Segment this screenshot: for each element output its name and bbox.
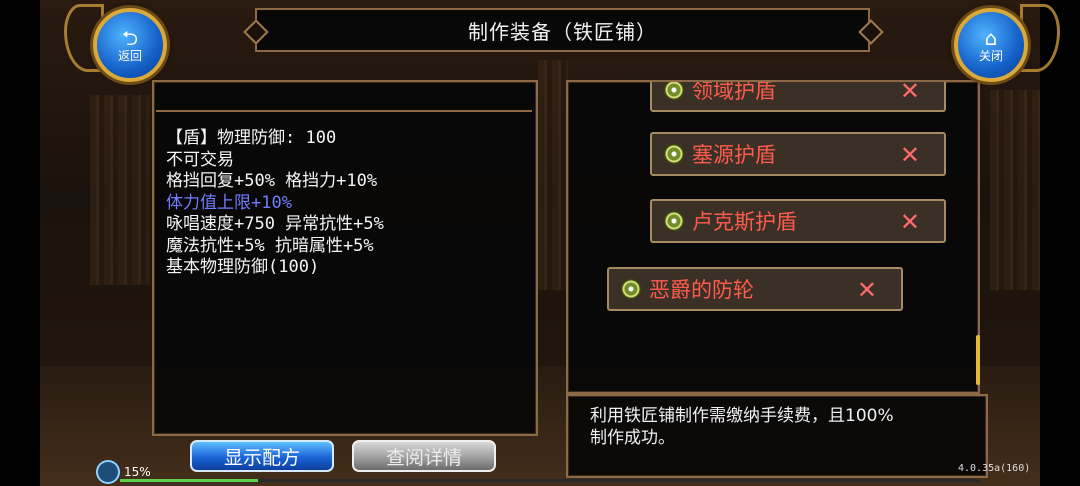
item-stats: 【盾】物理防御: 100 不可交易 格挡回复+50% 格挡力+10% 体力值上限+10… (166, 128, 384, 279)
signal-value: 15% (124, 465, 151, 479)
close-button[interactable]: ⌂ 关闭 (954, 8, 1028, 82)
list-top-border (566, 80, 980, 82)
list-item-label: 卢克斯护盾 (692, 210, 797, 234)
list-item-marquis-wheel[interactable]: 恶爵的防轮 ✕ (607, 267, 903, 311)
stat-line: 魔法抗性+5% 抗暗属性+5% (166, 235, 374, 256)
list-item-lux-shield[interactable]: 卢克斯护盾 ✕ (650, 199, 946, 243)
view-details-button[interactable]: 查阅详情 (352, 440, 496, 472)
home-icon: ⌂ (984, 26, 998, 50)
stat-line: 不可交易 (166, 149, 234, 170)
unavailable-x-icon: ✕ (899, 208, 920, 236)
loading-progress-bar (120, 479, 980, 482)
stat-line: 体力值上限+10% (166, 192, 292, 213)
gem-icon (664, 144, 684, 164)
bookshelf-center (538, 60, 568, 290)
list-item-label: 塞源护盾 (692, 143, 776, 167)
description-line: 制作成功。 (590, 428, 675, 448)
close-label: 关闭 (978, 49, 1003, 63)
show-recipe-button[interactable]: 显示配方 (190, 440, 334, 472)
description-line: 利用铁匠铺制作需缴纳手续费，且100% (590, 406, 894, 426)
gem-icon (621, 279, 641, 299)
signal-icon (96, 460, 120, 484)
item-detail-divider (156, 110, 532, 112)
right-letterbox (1040, 0, 1080, 486)
stat-line: 基本物理防御(100) (166, 257, 320, 277)
list-scrollbar[interactable] (976, 335, 980, 385)
gem-icon (664, 80, 684, 100)
stat-line: 格挡回复+50% 格挡力+10% (166, 171, 378, 191)
list-item-label: 恶爵的防轮 (649, 278, 754, 302)
stat-line: 【盾】物理防御: 100 (166, 128, 337, 148)
list-clip-top (568, 60, 974, 82)
back-arrow-icon: ⮌ (121, 26, 139, 50)
gem-icon (664, 211, 684, 231)
version-label: 4.0.35a(160) (958, 463, 1031, 474)
view-details-label: 查阅详情 (385, 446, 462, 469)
stat-line: 咏唱速度+750 异常抗性+5% (166, 214, 384, 234)
back-label: 返回 (117, 49, 142, 63)
back-button[interactable]: ⮌ 返回 (93, 8, 167, 82)
window-title: 制作装备（铁匠铺） (255, 8, 870, 52)
show-recipe-label: 显示配方 (223, 446, 300, 469)
list-item-saiyuan-shield[interactable]: 塞源护盾 ✕ (650, 132, 946, 176)
unavailable-x-icon: ✕ (899, 141, 920, 169)
loading-progress-fill (120, 479, 258, 482)
left-letterbox (0, 0, 40, 486)
window-title-text: 制作装备（铁匠铺） (468, 19, 657, 44)
unavailable-x-icon: ✕ (856, 276, 877, 304)
bookshelf-left (90, 95, 150, 285)
description-text: 利用铁匠铺制作需缴纳手续费，且100% 制作成功。 (590, 405, 894, 449)
